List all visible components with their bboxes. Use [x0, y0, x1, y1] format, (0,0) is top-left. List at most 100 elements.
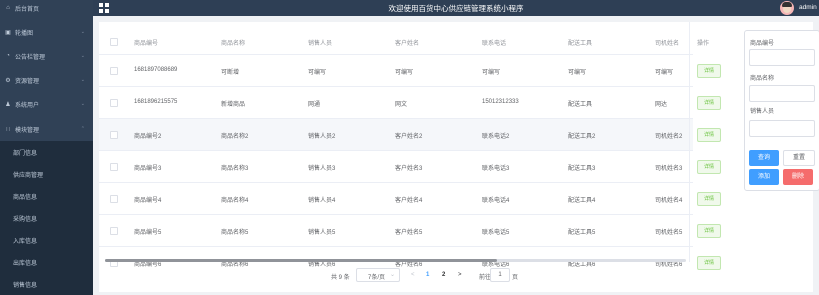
customer-name-cell: 客户姓名2	[395, 134, 423, 140]
query-button[interactable]: 查询	[749, 150, 779, 166]
product-code-input[interactable]	[749, 49, 815, 66]
salesperson-cell: 销售人员4	[308, 198, 336, 204]
sidebar: ⌂ 后台首页 ▣ 轮播图 ⌄ ◔ 公告栏管理 ⌄ ⚙ 资源管理 ⌄ ♟ 系统用户…	[0, 0, 93, 295]
phone-cell: 联系电话3	[482, 166, 510, 172]
product-code-cell: 商品编号3	[134, 166, 162, 172]
salesperson-cell: 销售人员2	[308, 134, 336, 140]
reset-button[interactable]: 重置	[783, 150, 815, 166]
pagination-total: 共 9 条	[331, 275, 350, 281]
table-row[interactable]: 1681896215575 新增商品 网通 网文 15012312333 配送工具 网达 详情	[99, 86, 721, 119]
page-unit-label: 页	[512, 275, 519, 281]
detail-button[interactable]: 详情	[697, 160, 721, 174]
sidebar-item-label: 后台首页	[15, 6, 40, 13]
phone-cell: 联系电话2	[482, 134, 510, 140]
next-page-button[interactable]: >	[458, 272, 462, 278]
sidebar-subitem-label: 销售信息	[13, 282, 38, 289]
product-name-cell: 商品名称4	[221, 198, 249, 204]
table-row[interactable]: 商品编号3 商品名称3 销售人员3 客户姓名3 联系电话3 配送工具3 司机姓名3 详情	[99, 150, 721, 183]
sidebar-subitem-outbound[interactable]: 出库信息	[0, 251, 93, 273]
image-icon: ▣	[5, 29, 11, 36]
page-size-select[interactable]: 7条/页 ⌄	[356, 268, 400, 282]
product-name-cell: 可断增	[221, 70, 240, 76]
sidebar-subitem-department[interactable]: 部门信息	[0, 141, 93, 163]
row-checkbox[interactable]	[110, 131, 118, 139]
product-code-cell: 1681897088689	[134, 67, 178, 73]
delete-button[interactable]: 删除	[783, 169, 813, 185]
detail-button[interactable]: 详情	[697, 64, 721, 78]
sidebar-item-resource[interactable]: ⚙ 资源管理 ⌄	[0, 68, 93, 92]
sidebar-subitem-purchase[interactable]: 采购信息	[0, 207, 93, 229]
product-name-input[interactable]	[749, 85, 815, 102]
chevron-down-icon: ⌄	[80, 29, 85, 35]
delivery-tool-cell: 配送工具4	[568, 198, 596, 204]
add-button[interactable]: 添加	[749, 169, 779, 185]
search-label-product-name: 商品名称	[750, 76, 775, 82]
table-row[interactable]: 1681897088689 可断增 可编写 可编写 可编写 可编写 可编写 详情	[99, 54, 721, 87]
table-row[interactable]: 商品编号4 商品名称4 销售人员4 客户姓名4 联系电话4 配送工具4 司机姓名4 详情	[99, 182, 721, 215]
column-header: 配送工具	[568, 41, 593, 47]
sidebar-item-carousel[interactable]: ▣ 轮播图 ⌄	[0, 20, 93, 44]
scrollbar-thumb[interactable]	[105, 259, 497, 262]
top-bar: 欢迎使用百货中心供应链管理系统小程序 admin	[93, 0, 819, 16]
sidebar-item-home[interactable]: ⌂ 后台首页	[0, 0, 93, 20]
chevron-up-icon: ⌃	[80, 126, 85, 132]
page-size-value: 7条/页	[368, 275, 386, 281]
column-header: 操作	[697, 41, 710, 47]
salesperson-cell: 销售人员3	[308, 166, 336, 172]
sidebar-subitem-label: 部门信息	[13, 150, 38, 157]
phone-cell: 可编写	[482, 70, 501, 76]
driver-name-cell: 可编写	[655, 70, 674, 76]
column-header: 司机姓名	[655, 41, 680, 47]
goto-page-input[interactable]: 1	[490, 268, 510, 282]
table-row[interactable]: 商品编号5 商品名称5 销售人员5 客户姓名5 联系电话5 配送工具5 司机姓名5 详情	[99, 214, 721, 247]
customer-name-cell: 客户姓名5	[395, 230, 423, 236]
sidebar-item-system-user[interactable]: ♟ 系统用户 ⌄	[0, 92, 93, 116]
select-all-checkbox[interactable]	[110, 38, 118, 46]
detail-button[interactable]: 详情	[697, 128, 721, 142]
resource-icon: ⚙	[5, 77, 11, 84]
product-name-cell: 商品名称2	[221, 134, 249, 140]
row-checkbox[interactable]	[110, 163, 118, 171]
chevron-down-icon: ⌄	[80, 53, 85, 59]
row-checkbox[interactable]	[110, 99, 118, 107]
page-1-button[interactable]: 1	[426, 272, 429, 278]
driver-name-cell: 司机姓名4	[655, 198, 683, 204]
delivery-tool-cell: 配送工具	[568, 102, 593, 108]
main-content: 商品编号 商品名称 销售人员 客户姓名 联系电话 配送工具 司机姓名 操作 16…	[99, 22, 813, 292]
row-checkbox[interactable]	[110, 195, 118, 203]
driver-name-cell: 网达	[655, 102, 668, 108]
sidebar-subitem-product[interactable]: 商品信息	[0, 185, 93, 207]
row-checkbox[interactable]	[110, 67, 118, 75]
column-header: 销售人员	[308, 41, 333, 47]
column-header: 商品名称	[221, 41, 246, 47]
sidebar-item-label: 资源管理	[15, 78, 40, 85]
prev-page-button[interactable]: <	[411, 272, 415, 278]
sidebar-subitem-inbound[interactable]: 入库信息	[0, 229, 93, 251]
sidebar-item-notice[interactable]: ◔ 公告栏管理 ⌄	[0, 44, 93, 68]
page-2-button[interactable]: 2	[442, 272, 445, 278]
detail-button[interactable]: 详情	[697, 96, 721, 110]
sidebar-item-module[interactable]: ∷ 模块管理 ⌃	[0, 117, 93, 141]
delivery-tool-cell: 可编写	[568, 70, 587, 76]
salesperson-input[interactable]	[749, 120, 815, 137]
detail-button[interactable]: 详情	[697, 256, 721, 270]
row-checkbox[interactable]	[110, 227, 118, 235]
avatar[interactable]	[780, 1, 794, 15]
detail-button[interactable]: 详情	[697, 192, 721, 206]
sidebar-item-label: 系统用户	[15, 102, 40, 109]
product-name-cell: 商品名称3	[221, 166, 249, 172]
phone-cell: 联系电话4	[482, 198, 510, 204]
sidebar-subitem-sales[interactable]: 销售信息	[0, 273, 93, 295]
horizontal-scrollbar[interactable]	[105, 259, 686, 262]
user-name[interactable]: admin	[799, 4, 817, 11]
sidebar-item-label: 模块管理	[15, 127, 40, 134]
search-label-salesperson: 销售人员	[750, 109, 775, 115]
sidebar-subitem-supplier[interactable]: 供应商管理	[0, 163, 93, 185]
customer-name-cell: 客户姓名4	[395, 198, 423, 204]
chevron-down-icon: ⌄	[389, 272, 395, 278]
salesperson-cell: 可编写	[308, 70, 327, 76]
table-row[interactable]: 商品编号2 商品名称2 销售人员2 客户姓名2 联系电话2 配送工具2 司机姓名2 详情	[99, 118, 721, 151]
driver-name-cell: 司机姓名3	[655, 166, 683, 172]
phone-cell: 联系电话5	[482, 230, 510, 236]
detail-button[interactable]: 详情	[697, 224, 721, 238]
